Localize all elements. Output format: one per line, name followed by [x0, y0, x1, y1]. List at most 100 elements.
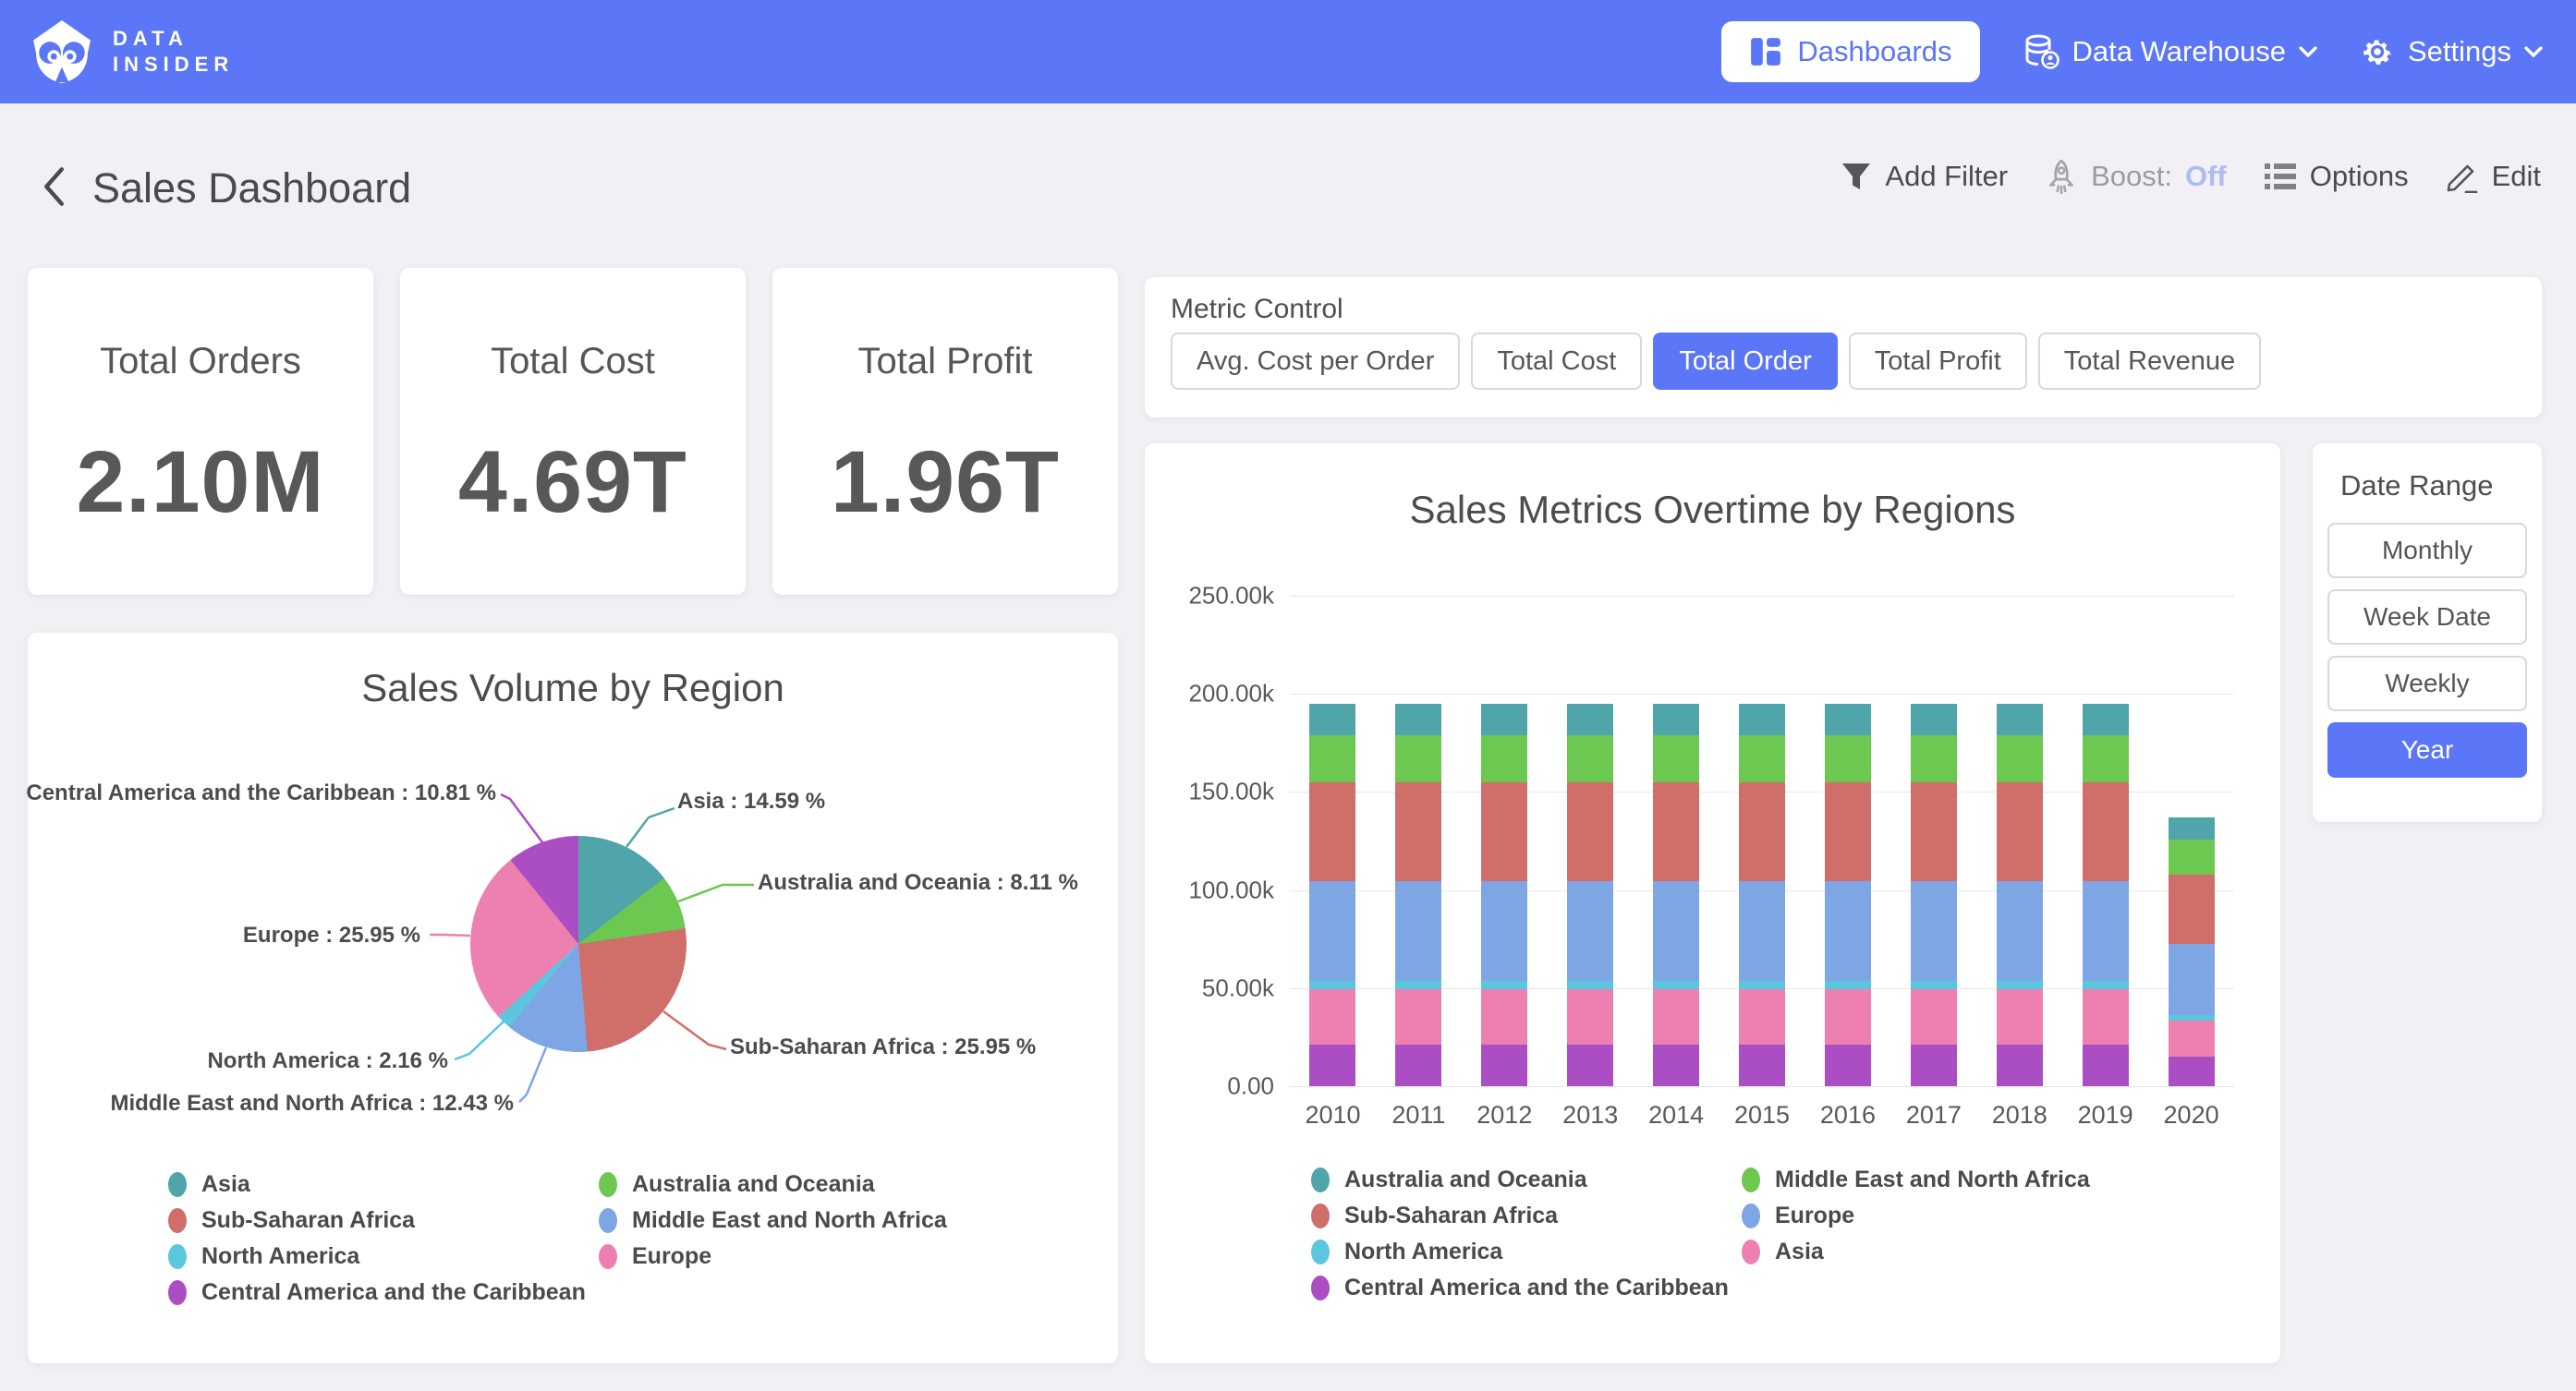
- legend-label: Middle East and North Africa: [632, 1207, 947, 1234]
- legend-dot: [1311, 1240, 1330, 1264]
- legend-item-australia-and-oceania[interactable]: Australia and Oceania: [599, 1167, 1029, 1203]
- options-label: Options: [2310, 160, 2409, 193]
- legend-item-north-america[interactable]: North America: [168, 1239, 599, 1275]
- pie-callout-central-america-caribbean: Central America and the Caribbean : 10.8…: [26, 780, 496, 806]
- bar-segment-middle-east-and-north-africa: [2169, 840, 2215, 874]
- date-range-buttons: Monthly Week Date Weekly Year: [2327, 523, 2527, 778]
- bar-segment-middle-east-and-north-africa: [1481, 735, 1527, 782]
- bar-segment-central-america-and-the-caribbean: [1997, 1045, 2043, 1086]
- pie-callout-europe: Europe : 25.95 %: [243, 923, 420, 949]
- bar-segment-asia: [1911, 989, 1957, 1045]
- bar-segment-australia-and-oceania: [1481, 704, 1527, 735]
- pie-callout-middle-east-north-africa: Middle East and North Africa : 12.43 %: [110, 1091, 514, 1117]
- bar-segment-central-america-and-the-caribbean: [1567, 1045, 1613, 1086]
- bar-segment-europe: [1997, 881, 2043, 980]
- x-axis-label: 2017: [1890, 1101, 1976, 1130]
- bar-segment-central-america-and-the-caribbean: [1309, 1045, 1355, 1086]
- nav-settings[interactable]: Settings: [2360, 34, 2543, 69]
- bar-segment-europe: [2169, 944, 2215, 1016]
- bar-segment-north-america: [1739, 981, 1785, 989]
- pie-chart-card: Sales Volume by Region Asia : 14.59 % Au…: [28, 633, 1118, 1363]
- pie-chart: [470, 836, 687, 1052]
- options-list-icon: [2264, 163, 2297, 190]
- x-axis-label: 2011: [1376, 1101, 1462, 1130]
- legend-item-australia-and-oceania[interactable]: Australia and Oceania: [1311, 1162, 1742, 1198]
- nav-dashboards-button[interactable]: Dashboards: [1721, 21, 1979, 82]
- bar-segment-australia-and-oceania: [1653, 704, 1699, 735]
- bar-segment-europe: [1395, 881, 1441, 980]
- bar-segment-australia-and-oceania: [2083, 704, 2129, 735]
- bar-chart-title: Sales Metrics Overtime by Regions: [1145, 488, 2280, 532]
- legend-item-europe[interactable]: Europe: [599, 1239, 1029, 1275]
- bar-segment-middle-east-and-north-africa: [1309, 735, 1355, 782]
- nav-data-warehouse[interactable]: Data Warehouse: [2023, 33, 2317, 70]
- bar-segment-sub-saharan-africa: [1653, 782, 1699, 881]
- legend-item-north-america[interactable]: North America: [1311, 1234, 1742, 1270]
- bar-segment-sub-saharan-africa: [1395, 782, 1441, 881]
- bar-segment-north-america: [1997, 981, 2043, 989]
- boost-label: Boost:: [2091, 160, 2172, 193]
- bar-segment-central-america-and-the-caribbean: [1653, 1045, 1699, 1086]
- pie-callout-australia-oceania: Australia and Oceania : 8.11 %: [758, 870, 1078, 896]
- edit-button[interactable]: Edit: [2446, 160, 2541, 193]
- metric-option-total-cost[interactable]: Total Cost: [1471, 333, 1642, 390]
- filter-funnel-icon: [1841, 162, 1872, 191]
- y-axis-label: 200.00k: [1145, 680, 1274, 708]
- legend-item-middle-east-and-north-africa[interactable]: Middle East and North Africa: [599, 1203, 1029, 1239]
- bar-segment-sub-saharan-africa: [1997, 782, 2043, 881]
- top-nav-bar: DATA INSIDER Dashboards Data Warehouse: [0, 0, 2576, 103]
- legend-dot: [599, 1208, 617, 1233]
- date-range-option-monthly[interactable]: Monthly: [2327, 523, 2527, 578]
- metric-option-total-revenue[interactable]: Total Revenue: [2038, 333, 2261, 390]
- bar-segment-sub-saharan-africa: [2083, 782, 2129, 881]
- bar-segment-central-america-and-the-caribbean: [2083, 1045, 2129, 1086]
- legend-label: Europe: [632, 1243, 711, 1270]
- date-range-option-year[interactable]: Year: [2327, 722, 2527, 778]
- date-range-card: Date Range MonthlyWeek DateWeeklyYear: [2313, 443, 2542, 822]
- legend-label: Central America and the Caribbean: [201, 1279, 586, 1306]
- date-range-option-week-date[interactable]: Week Date: [2327, 589, 2527, 645]
- brand-line-2: INSIDER: [113, 54, 234, 75]
- metric-option-total-order[interactable]: Total Order: [1653, 333, 1837, 390]
- bar-legend: Australia and OceaniaSub-Saharan AfricaN…: [1311, 1162, 2172, 1306]
- x-axis-label: 2020: [2148, 1101, 2234, 1130]
- bar-segment-central-america-and-the-caribbean: [1739, 1045, 1785, 1086]
- bar-segment-sub-saharan-africa: [1739, 782, 1785, 881]
- x-axis-label: 2010: [1290, 1101, 1376, 1130]
- brand-logo[interactable]: DATA INSIDER: [31, 18, 234, 85]
- bar-segment-north-america: [1653, 981, 1699, 989]
- bar-segment-australia-and-oceania: [1309, 704, 1355, 735]
- y-axis-label: 0.00: [1145, 1072, 1274, 1101]
- legend-item-central-america-and-the-caribbean[interactable]: Central America and the Caribbean: [168, 1275, 599, 1311]
- bar-segment-asia: [1825, 989, 1871, 1045]
- legend-dot: [168, 1244, 187, 1269]
- bar-segment-middle-east-and-north-africa: [1567, 735, 1613, 782]
- x-axis-label: 2014: [1634, 1101, 1719, 1130]
- options-button[interactable]: Options: [2264, 160, 2409, 193]
- metric-option-total-profit[interactable]: Total Profit: [1849, 333, 2027, 390]
- bar-segment-middle-east-and-north-africa: [1653, 735, 1699, 782]
- back-button[interactable]: [35, 166, 72, 207]
- legend-item-sub-saharan-africa[interactable]: Sub-Saharan Africa: [168, 1203, 599, 1239]
- legend-item-asia[interactable]: Asia: [168, 1167, 599, 1203]
- bar-segment-europe: [1911, 881, 1957, 980]
- legend-item-europe[interactable]: Europe: [1742, 1198, 2172, 1234]
- database-icon: [2023, 33, 2060, 70]
- bar-segment-asia: [2083, 989, 2129, 1045]
- metric-control-buttons: Avg. Cost per OrderTotal CostTotal Order…: [1171, 333, 2261, 390]
- bar-segment-central-america-and-the-caribbean: [1911, 1045, 1957, 1086]
- legend-item-middle-east-and-north-africa[interactable]: Middle East and North Africa: [1742, 1162, 2172, 1198]
- bar-segment-asia: [1309, 989, 1355, 1045]
- bar-segment-australia-and-oceania: [1911, 704, 1957, 735]
- legend-item-sub-saharan-africa[interactable]: Sub-Saharan Africa: [1311, 1198, 1742, 1234]
- bar-chart-card: Sales Metrics Overtime by Regions 250.00…: [1145, 443, 2280, 1363]
- legend-item-central-america-and-the-caribbean[interactable]: Central America and the Caribbean: [1311, 1270, 1742, 1306]
- add-filter-button[interactable]: Add Filter: [1841, 160, 2008, 193]
- boost-toggle[interactable]: Boost: Off: [2045, 159, 2227, 194]
- date-range-option-weekly[interactable]: Weekly: [2327, 656, 2527, 711]
- metric-option-avg-cost-per-order[interactable]: Avg. Cost per Order: [1171, 333, 1460, 390]
- legend-item-asia[interactable]: Asia: [1742, 1234, 2172, 1270]
- add-filter-label: Add Filter: [1885, 160, 2008, 193]
- legend-label: Australia and Oceania: [632, 1171, 875, 1198]
- bar-segment-asia: [1653, 989, 1699, 1045]
